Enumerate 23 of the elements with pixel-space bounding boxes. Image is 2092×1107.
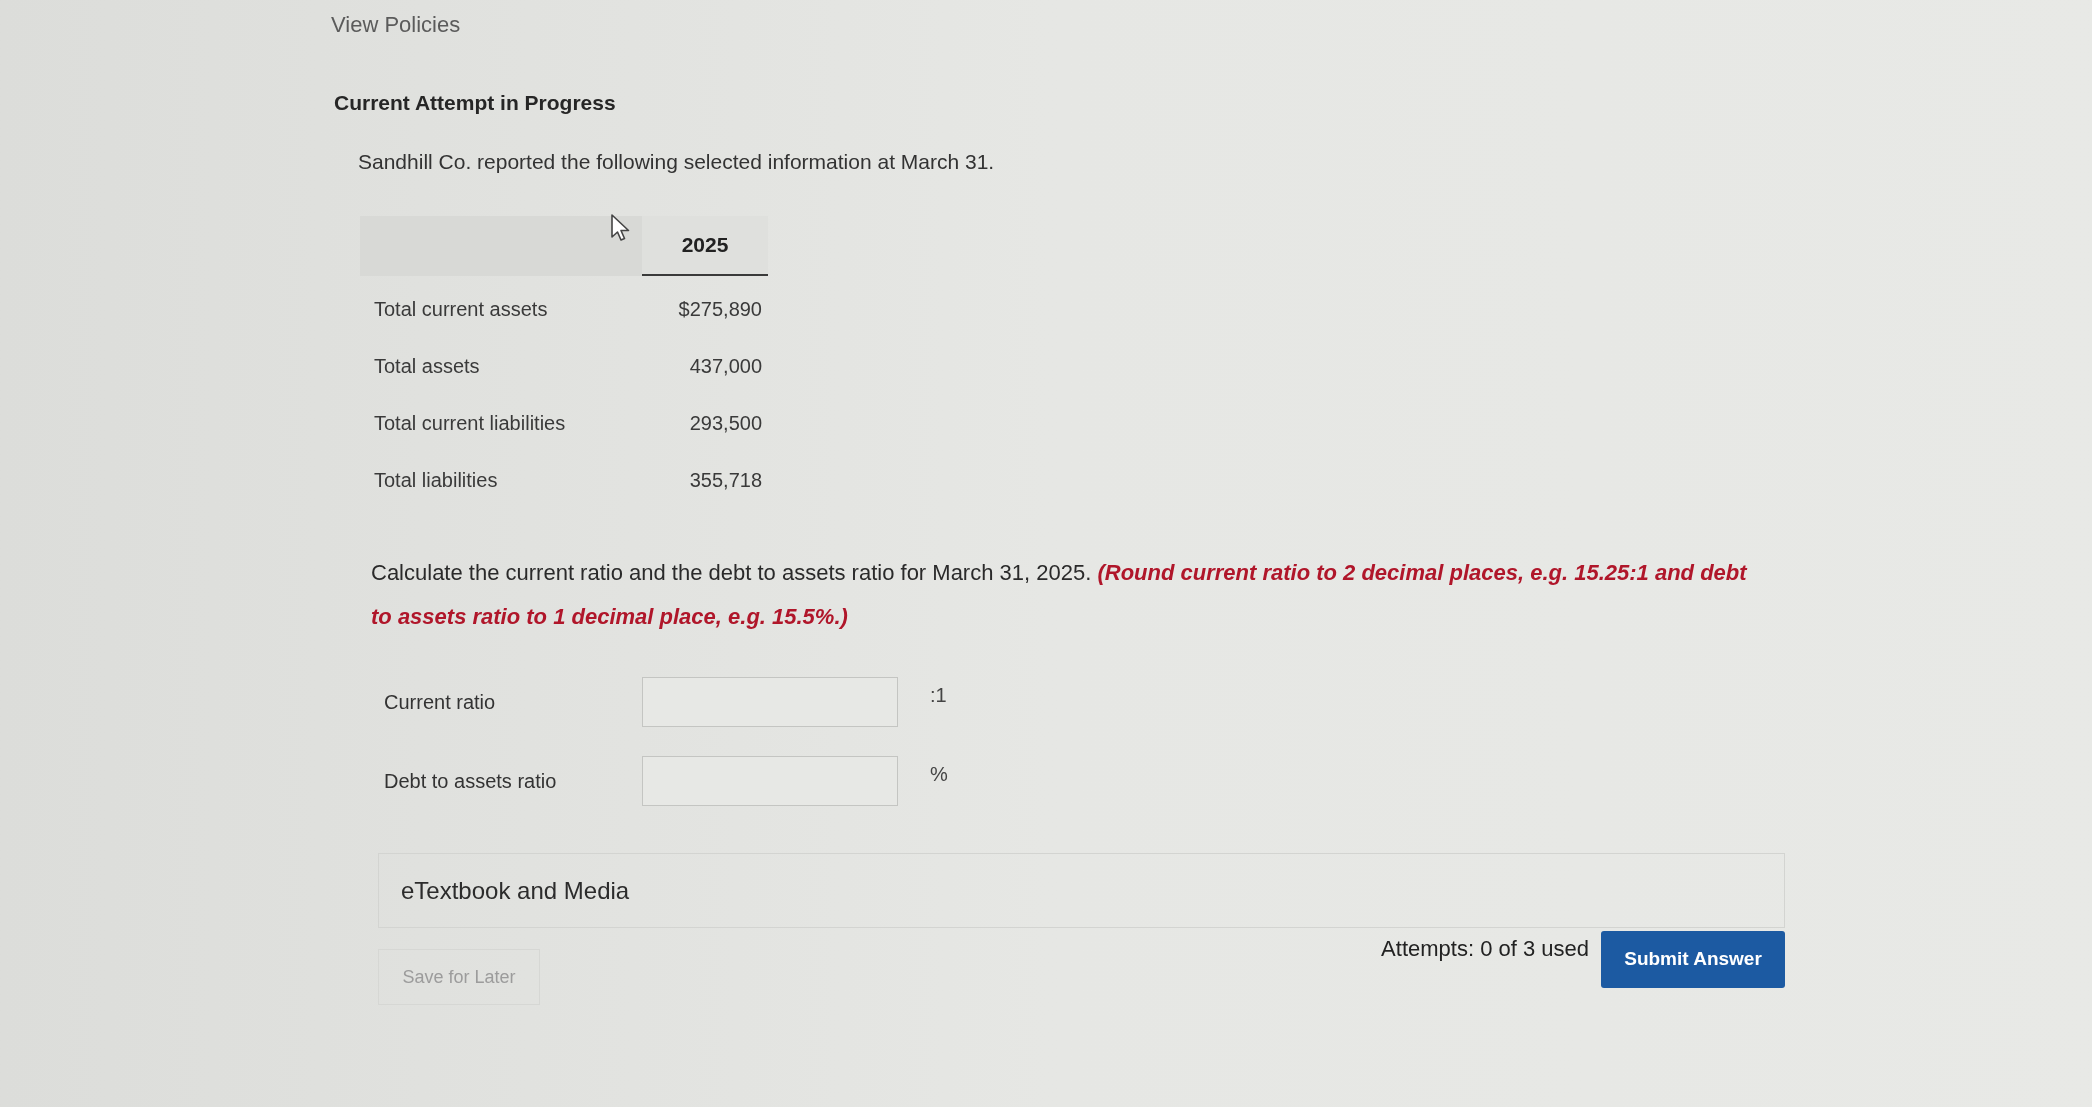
row-value: 437,000 [689, 353, 763, 379]
attempt-heading: Current Attempt in Progress [334, 90, 616, 116]
row-value: $275,890 [678, 296, 763, 322]
answer-label: Debt to assets ratio [384, 769, 558, 794]
column-header: 2025 [642, 230, 768, 276]
row-label: Total current assets [373, 296, 548, 322]
submit-answer-button[interactable]: Submit Answer [1601, 931, 1785, 988]
intro-text: Sandhill Co. reported the following selected information at March 31. [358, 149, 995, 175]
answer-input[interactable] [642, 756, 898, 806]
row-label: Total liabilities [373, 467, 498, 493]
answer-unit: :1 [930, 683, 947, 708]
view-policies-link[interactable]: View Policies [331, 10, 461, 40]
answer-label: Current ratio [384, 690, 497, 715]
answer-unit: % [930, 762, 948, 787]
question-text: Calculate the current ratio and the debt to assets ratio for March 31, 2025. (Round current ratio to 2 decimal places, e.g. 15.25:1 and debt to assets ratio to 1 decimal place, e.g. 15.5%.) [371, 559, 1749, 631]
answer-input[interactable] [642, 677, 898, 727]
row-value: 293,500 [689, 410, 763, 436]
row-value: 355,718 [689, 467, 763, 493]
row-label: Total assets [373, 353, 480, 379]
row-label: Total current liabilities [373, 410, 566, 436]
pointer-cursor-icon [610, 213, 632, 243]
attempts-text: Attempts: 0 of 3 used [1381, 935, 1589, 963]
etextbook-panel[interactable]: eTextbook and Media [378, 853, 1785, 928]
